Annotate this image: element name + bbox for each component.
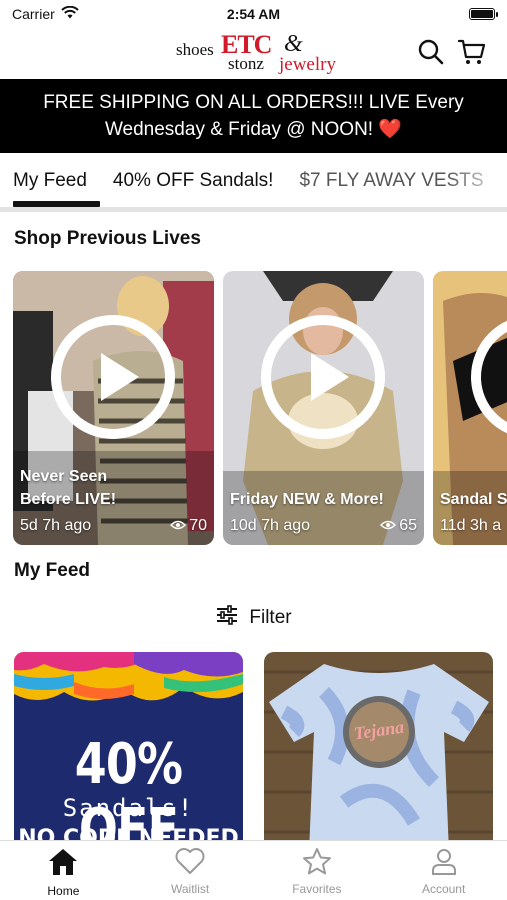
- live-title-line-1: Never Seen: [20, 468, 108, 485]
- account-icon: [429, 847, 459, 878]
- live-views: 70: [170, 517, 207, 535]
- filter-button[interactable]: Filter: [0, 604, 507, 632]
- nav-home-label: Home: [47, 884, 80, 898]
- battery-icon: [469, 8, 498, 20]
- category-tabs: My Feed 40% OFF Sandals! $7 FLY AWAY VES…: [0, 153, 507, 209]
- live-card[interactable]: Sandal S 11d 3h a: [433, 271, 507, 545]
- feed-item-shirt[interactable]: Tejana: [264, 652, 493, 852]
- store-logo[interactable]: shoes ETC & stonz jewelry: [176, 30, 336, 75]
- feed-section-title: My Feed: [14, 560, 91, 581]
- tab-40-off-sandals[interactable]: 40% OFF Sandals!: [100, 153, 287, 209]
- live-card[interactable]: Never Seen Before LIVE! 5d 7h ago 70: [13, 271, 214, 545]
- filter-label: Filter: [249, 607, 292, 628]
- promo-subline: Sandals!: [62, 794, 195, 822]
- live-time: 11d 3h a: [440, 517, 502, 534]
- shirt-image: [264, 652, 493, 852]
- tabs-divider: [0, 207, 507, 212]
- feed-item-promo[interactable]: 40% OFF Sandals! NO CODE NEEDED: [14, 652, 243, 852]
- home-icon: [47, 847, 79, 880]
- banner-line-1: FREE SHIPPING ON ALL ORDERS!!! LIVE Ever…: [43, 92, 464, 113]
- wifi-icon: [61, 5, 79, 22]
- heart-icon: [175, 847, 205, 878]
- tab-my-feed[interactable]: My Feed: [0, 153, 100, 209]
- eye-icon: [170, 517, 187, 535]
- nav-waitlist-label: Waitlist: [171, 882, 210, 896]
- live-time: 10d 7h ago: [230, 517, 311, 534]
- play-icon[interactable]: [261, 315, 385, 439]
- eye-icon: [380, 517, 397, 535]
- nav-home[interactable]: Home: [0, 841, 127, 900]
- banner-line-2: Wednesday & Friday @ NOON! ❤️: [104, 119, 403, 140]
- filter-icon: [215, 605, 239, 631]
- announcement-banner: FREE SHIPPING ON ALL ORDERS!!! LIVE Ever…: [0, 79, 507, 153]
- live-time: 5d 7h ago: [20, 517, 92, 534]
- carrier-label: Carrier: [12, 6, 55, 22]
- bottom-nav: Home Waitlist Favorites Account: [0, 840, 507, 900]
- live-title-line-2: Friday NEW & More!: [230, 491, 384, 508]
- star-icon: [302, 847, 332, 878]
- cart-icon[interactable]: [456, 36, 488, 68]
- status-time: 2:54 AM: [226, 6, 281, 22]
- paint-splash-graphic: [14, 652, 243, 724]
- live-views: 65: [380, 517, 417, 535]
- heart-emoji: ❤️: [378, 119, 403, 140]
- live-title-line-2: Before LIVE!: [20, 491, 117, 508]
- lives-section-title: Shop Previous Lives: [14, 228, 201, 249]
- app-header: shoes ETC & stonz jewelry: [0, 28, 507, 78]
- nav-account[interactable]: Account: [380, 841, 507, 900]
- live-card[interactable]: Friday NEW & More! 10d 7h ago 65: [223, 271, 424, 545]
- lives-carousel[interactable]: Never Seen Before LIVE! 5d 7h ago 70 Fri…: [13, 271, 507, 545]
- live-title-line-2: Sandal S: [440, 491, 507, 508]
- status-bar: Carrier 2:54 AM: [0, 0, 507, 28]
- status-left: Carrier: [12, 5, 79, 22]
- nav-waitlist[interactable]: Waitlist: [127, 841, 254, 900]
- nav-favorites-label: Favorites: [292, 882, 342, 896]
- nav-favorites[interactable]: Favorites: [254, 841, 381, 900]
- nav-account-label: Account: [421, 882, 466, 896]
- search-icon[interactable]: [415, 36, 447, 68]
- play-icon[interactable]: [51, 315, 175, 439]
